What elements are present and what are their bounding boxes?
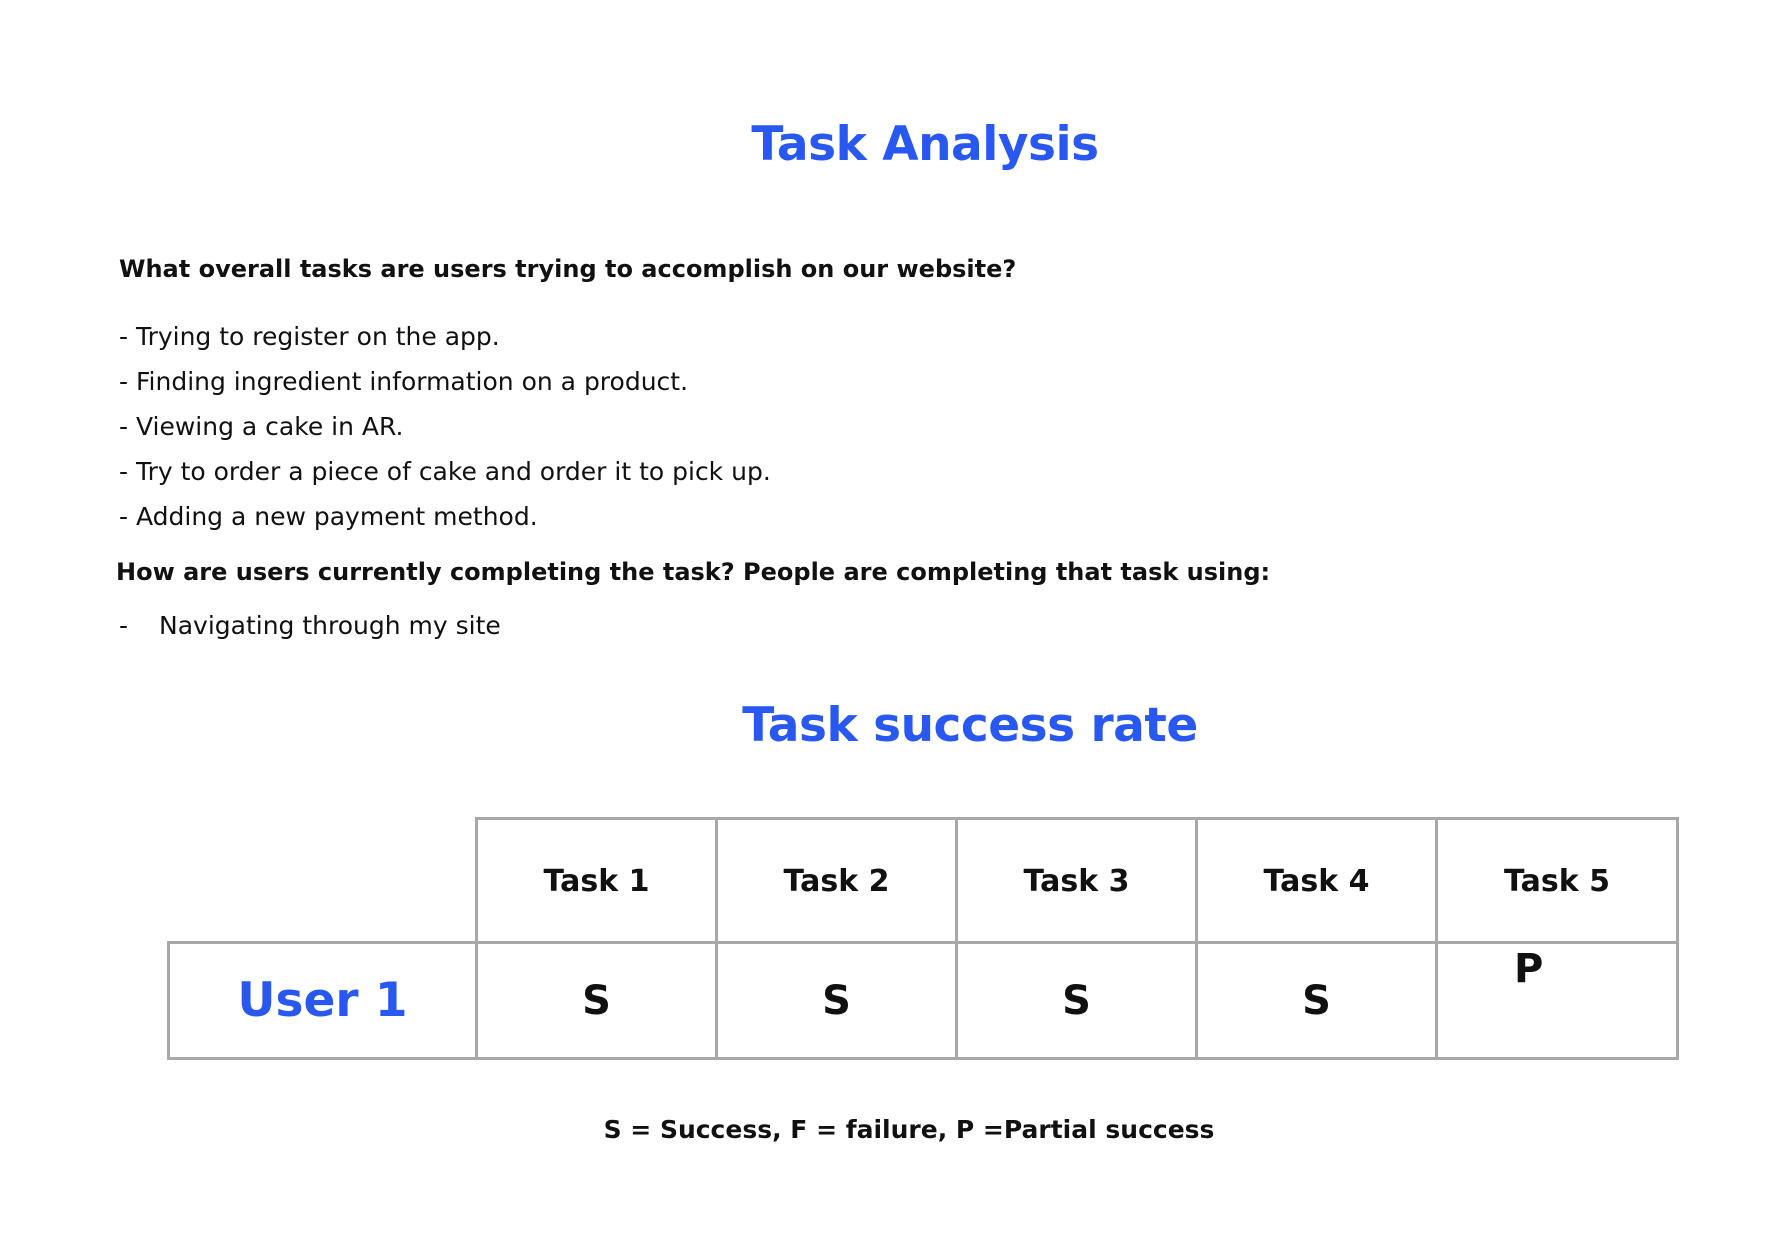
- list-item: - Finding ingredient information on a pr…: [119, 367, 689, 396]
- methods-list: - Navigating through my site: [119, 608, 501, 644]
- list-item: - Viewing a cake in AR.: [119, 412, 404, 441]
- tasks-list: - Trying to register on the app. - Findi…: [119, 314, 771, 539]
- list-item: - Try to order a piece of cake and order…: [119, 457, 771, 486]
- column-header-task-4: Task 4: [1195, 817, 1438, 945]
- list-item: - Trying to register on the app.: [119, 322, 500, 351]
- list-item: - Adding a new payment method.: [119, 502, 538, 531]
- question-overall-tasks: What overall tasks are users trying to a…: [119, 255, 1017, 283]
- list-bullet: -: [119, 611, 129, 640]
- question-completion-methods: How are users currently completing the t…: [116, 558, 1271, 586]
- table-legend: S = Success, F = failure, P =Partial suc…: [603, 1115, 1215, 1144]
- page-title: Task Analysis: [751, 117, 1099, 172]
- column-header-task-5: Task 5: [1435, 817, 1679, 945]
- result-cell: S: [715, 941, 958, 1060]
- row-header-user-1: User 1: [167, 941, 478, 1060]
- column-header-task-1: Task 1: [475, 817, 718, 945]
- list-item: - Navigating through my site: [119, 608, 501, 644]
- result-cell: S: [955, 941, 1198, 1060]
- result-cell: P: [1435, 941, 1679, 1060]
- column-header-task-2: Task 2: [715, 817, 958, 945]
- result-cell: S: [1195, 941, 1438, 1060]
- column-header-task-3: Task 3: [955, 817, 1198, 945]
- section-title: Task success rate: [742, 698, 1198, 753]
- result-cell: S: [475, 941, 718, 1060]
- list-item-text: Navigating through my site: [159, 611, 501, 640]
